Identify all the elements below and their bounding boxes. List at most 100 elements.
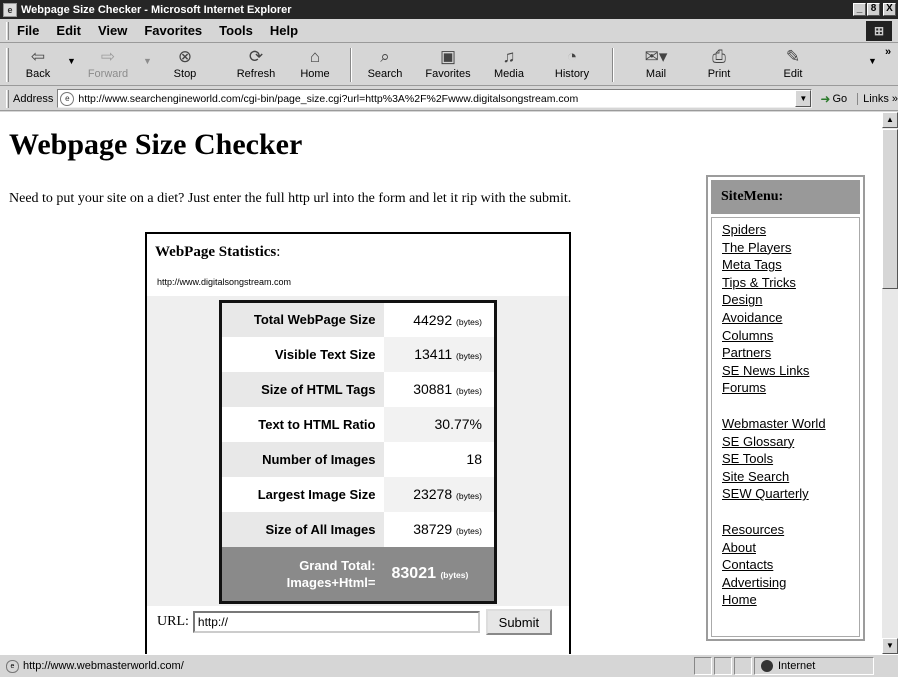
site-menu-header: SiteMenu: (711, 180, 860, 214)
stat-unit: (bytes) (456, 386, 482, 396)
search-button[interactable]: ⌕ Search (360, 46, 410, 84)
menu-view[interactable]: View (98, 23, 127, 38)
status-pane (734, 657, 752, 675)
forward-dropdown[interactable]: ▼ (138, 46, 152, 84)
address-input[interactable]: e http://www.searchengineworld.com/cgi-b… (57, 89, 813, 108)
stop-button[interactable]: ⊗ Stop (160, 46, 210, 84)
close-button[interactable]: X (883, 3, 896, 16)
history-button[interactable]: ◔ History (544, 46, 600, 84)
stats-title: WebPage Statistics: (155, 244, 280, 261)
stat-value: 30.77% (383, 406, 496, 442)
menu-help[interactable]: Help (270, 23, 298, 38)
stat-label: Size of HTML Tags (220, 371, 384, 407)
back-label: Back (25, 68, 51, 80)
search-icon: ⌕ (380, 47, 390, 66)
ie-icon: e (3, 2, 17, 17)
url-input[interactable] (192, 611, 480, 633)
home-button[interactable]: ⌂ Home (292, 46, 338, 84)
mail-button[interactable]: ✉▾ Mail (628, 46, 684, 84)
menu-link-advertising[interactable]: Advertising (722, 574, 859, 592)
menu-link-columns[interactable]: Columns (722, 327, 859, 345)
scroll-down-button[interactable]: ▼ (882, 638, 898, 654)
menu-link-partners[interactable]: Partners (722, 344, 859, 362)
site-menu-body: Spiders The Players Meta Tags Tips & Tri… (711, 217, 860, 637)
table-row: Text to HTML Ratio 30.77% (220, 406, 496, 442)
submit-button[interactable]: Submit (485, 609, 552, 635)
stat-number: 44292 (413, 311, 453, 328)
address-dropdown-button[interactable]: ▼ (795, 90, 812, 107)
forward-label: Forward (87, 68, 129, 80)
menu-link-site-search[interactable]: Site Search (722, 468, 859, 486)
menu-edit[interactable]: Edit (56, 23, 81, 38)
refresh-button[interactable]: ⟳ Refresh (230, 46, 282, 84)
refresh-label: Refresh (236, 68, 276, 80)
back-arrow-icon: ⇦ (30, 47, 46, 66)
zone-label: Internet (778, 660, 816, 672)
menu-tools[interactable]: Tools (219, 23, 253, 38)
edit-dropdown[interactable]: ▼ (862, 46, 877, 84)
toolbar-overflow-button[interactable]: » (880, 46, 896, 84)
stat-number: 13411 (414, 346, 453, 362)
toolbar-separator (350, 48, 352, 82)
menu-link-webmaster-world[interactable]: Webmaster World (722, 415, 859, 433)
history-icon: ◔ (566, 47, 578, 66)
menu-link-se-glossary[interactable]: SE Glossary (722, 433, 859, 451)
status-text: http://www.webmasterworld.com/ (23, 660, 184, 672)
back-button[interactable]: ⇦ Back (18, 46, 58, 84)
window-title: Webpage Size Checker - Microsoft Interne… (21, 3, 292, 16)
stat-label: Number of Images (220, 441, 384, 477)
grand-total-label-line1: Grand Total: (299, 557, 376, 573)
menu-link-the-players[interactable]: The Players (722, 239, 859, 257)
menu-link-home[interactable]: Home (722, 591, 859, 609)
stop-label: Stop (173, 68, 197, 80)
stat-number: 30.77% (434, 416, 482, 432)
minimize-button[interactable]: _ (853, 3, 866, 16)
scroll-thumb[interactable] (882, 129, 898, 289)
home-icon: ⌂ (309, 47, 321, 66)
page-content: Webpage Size Checker Need to put your si… (0, 112, 882, 654)
address-bar: Address e http://www.searchengineworld.c… (0, 87, 898, 111)
toolbar-grip (6, 48, 9, 82)
back-dropdown[interactable]: ▼ (62, 46, 76, 84)
media-icon: ♫ (502, 47, 516, 66)
media-button[interactable]: ♫ Media (484, 46, 534, 84)
menu-link-se-news-links[interactable]: SE News Links (722, 362, 859, 380)
grand-total-label: Grand Total: Images+Html= (220, 546, 384, 603)
favorites-icon: ▣ (439, 47, 457, 66)
links-button[interactable]: Links » (857, 92, 898, 105)
menu-link-spiders[interactable]: Spiders (722, 221, 859, 239)
stat-value: 44292 (bytes) (383, 301, 496, 337)
url-form: URL: Submit (157, 609, 552, 635)
menu-link-sew-quarterly[interactable]: SEW Quarterly (722, 485, 859, 503)
edit-button[interactable]: ✎ Edit (768, 46, 818, 84)
vertical-scrollbar[interactable]: ▲ ▼ (882, 112, 898, 654)
print-button[interactable]: ⎙ Print (694, 46, 744, 84)
menu-link-forums[interactable]: Forums (722, 379, 859, 397)
menu-link-se-tools[interactable]: SE Tools (722, 450, 859, 468)
menu-link-design[interactable]: Design (722, 291, 859, 309)
stat-number: 23278 (413, 486, 453, 502)
forward-button[interactable]: ⇨ Forward (84, 46, 132, 84)
stat-unit: (bytes) (456, 526, 482, 536)
stat-number: 18 (466, 451, 482, 467)
menu-link-meta-tags[interactable]: Meta Tags (722, 256, 859, 274)
favorites-button[interactable]: ▣ Favorites (418, 46, 478, 84)
menu-link-avoidance[interactable]: Avoidance (722, 309, 859, 327)
menu-favorites[interactable]: Favorites (144, 23, 202, 38)
menu-link-contacts[interactable]: Contacts (722, 556, 859, 574)
title-bar: e Webpage Size Checker - Microsoft Inter… (0, 0, 898, 19)
stat-unit: (bytes) (456, 351, 482, 361)
menu-link-about[interactable]: About (722, 539, 859, 557)
maximize-button[interactable]: 8 (867, 3, 880, 16)
menu-link-tips-tricks[interactable]: Tips & Tricks (722, 274, 859, 292)
chevron-down-icon: ▼ (67, 56, 76, 66)
stat-label: Visible Text Size (220, 336, 384, 372)
menu-link-resources[interactable]: Resources (722, 521, 859, 539)
menu-file[interactable]: File (17, 23, 39, 38)
go-button[interactable]: ➜ Go (820, 92, 847, 106)
stop-icon: ⊗ (177, 47, 193, 66)
standard-toolbar: ⇦ Back ▼ ⇨ Forward ▼ ⊗ Stop ⟳ Refresh ⌂ … (0, 44, 898, 86)
edit-label: Edit (783, 68, 803, 80)
table-row: Visible Text Size 13411 (bytes) (220, 336, 496, 372)
scroll-up-button[interactable]: ▲ (882, 112, 898, 128)
